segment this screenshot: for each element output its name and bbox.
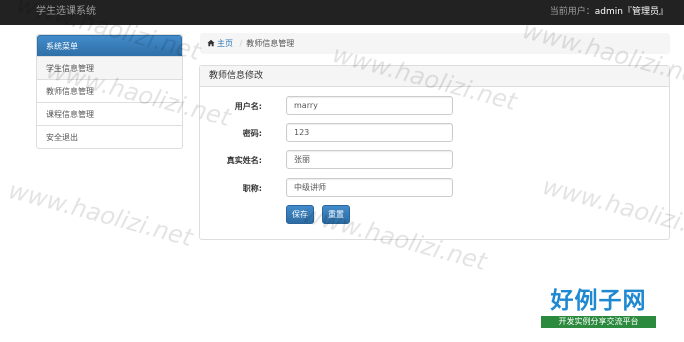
sidebar-item-logout[interactable]: 安全退出 — [37, 125, 182, 148]
app-title[interactable]: 学生选课系统 — [36, 6, 96, 18]
username-input[interactable] — [286, 96, 453, 115]
title-input[interactable] — [286, 178, 453, 197]
realname-label: 真实姓名: — [226, 156, 262, 165]
watermark: www.haolizi.net — [5, 175, 196, 253]
form-row-username: 用户名: — [200, 96, 669, 116]
user-role: 『管理员』 — [622, 7, 668, 17]
form-row-password: 密码: — [200, 123, 669, 143]
site-logo: 好例子网 开发实例分享交流平台 — [541, 288, 656, 328]
sidebar-item-teacher-management[interactable]: 教师信息管理 — [37, 79, 182, 102]
breadcrumb-home[interactable]: 主页 — [207, 39, 236, 48]
user-prefix: 当前用户： — [549, 7, 595, 17]
password-label: 密码: — [242, 129, 262, 138]
password-input[interactable] — [286, 123, 453, 142]
home-icon — [207, 39, 215, 47]
reset-button[interactable]: 重置 — [322, 205, 350, 224]
username[interactable]: admin — [595, 7, 623, 17]
sidebar-heading: 系统菜单 — [37, 35, 182, 56]
breadcrumb-home-label: 主页 — [217, 39, 233, 48]
logo-subtitle: 开发实例分享交流平台 — [541, 316, 656, 328]
panel-title: 教师信息修改 — [200, 66, 669, 87]
breadcrumb-separator: / — [239, 39, 243, 48]
breadcrumb-current: 教师信息管理 — [246, 39, 295, 48]
form-actions: 保存 重置 — [200, 205, 669, 225]
form-row-title: 职称: — [200, 178, 669, 198]
realname-input[interactable] — [286, 150, 453, 169]
sidebar-menu: 系统菜单 学生信息管理 教师信息管理 课程信息管理 安全退出 — [36, 34, 183, 149]
logo-main-text: 好例子网 — [550, 287, 647, 314]
sidebar-item-course-management[interactable]: 课程信息管理 — [37, 102, 182, 125]
current-user-info: 当前用户：admin『管理员』 — [550, 6, 668, 18]
breadcrumb: 主页 / 教师信息管理 — [200, 33, 670, 54]
save-button[interactable]: 保存 — [286, 205, 314, 224]
form-row-realname: 真实姓名: — [200, 150, 669, 170]
username-label: 用户名: — [234, 102, 262, 111]
title-label: 职称: — [242, 184, 262, 193]
teacher-edit-panel: 教师信息修改 用户名: 密码: 真实姓名: 职称: 保存 重置 — [199, 65, 670, 240]
top-navbar: 学生选课系统 当前用户：admin『管理员』 — [0, 0, 684, 25]
sidebar-item-student-management[interactable]: 学生信息管理 — [37, 56, 182, 79]
